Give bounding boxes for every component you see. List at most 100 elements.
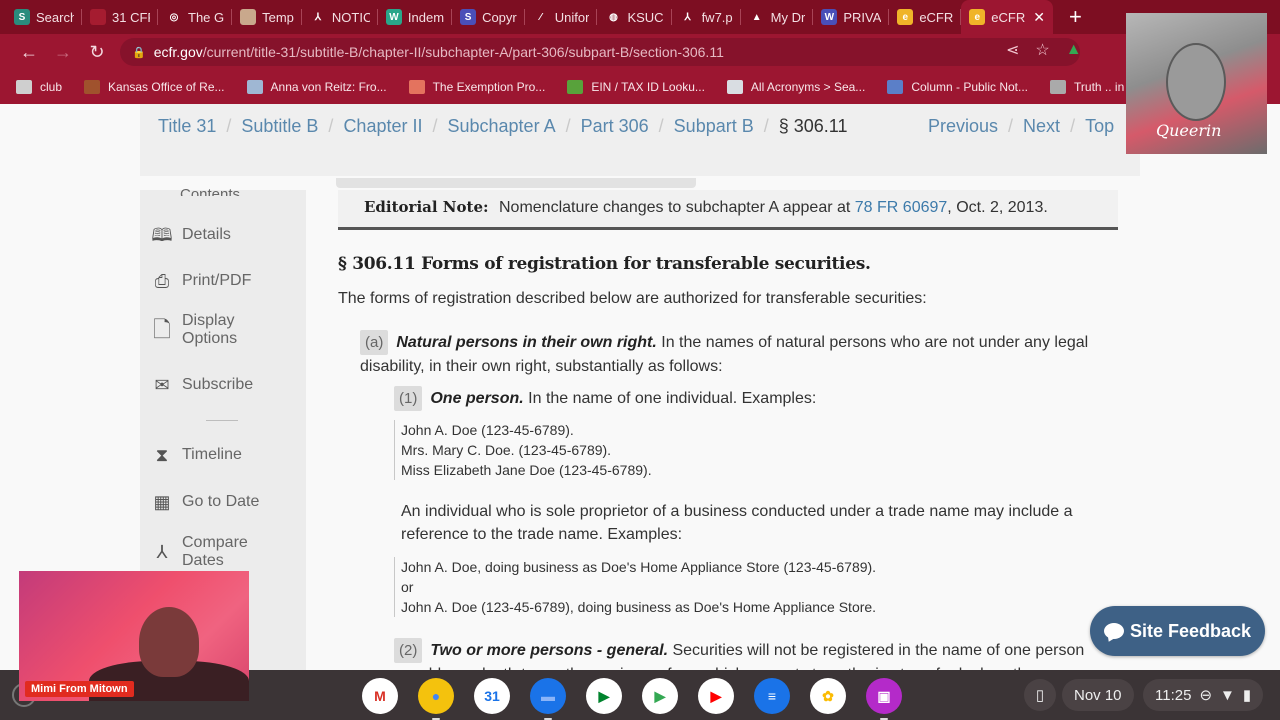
youtube-icon[interactable]: ▶ [698, 678, 734, 714]
breadcrumb-link[interactable]: Subchapter A [448, 116, 556, 137]
breadcrumb-link[interactable]: Title 31 [158, 116, 216, 137]
files-icon[interactable]: ▬ [530, 678, 566, 720]
sidebar-item-timeline[interactable]: ⧗ Timeline [150, 444, 242, 466]
reload-button[interactable]: ↻ [80, 42, 114, 63]
close-tab-icon[interactable]: ✕ [1033, 9, 1045, 26]
envelope-icon: ✉ [154, 375, 170, 395]
browser-tab[interactable]: S Copyr [452, 0, 525, 34]
calendar-app-icon[interactable]: 31 [474, 678, 510, 714]
browser-tab[interactable]: e eCFR [889, 0, 962, 34]
tab-title: 31 CFR [112, 9, 150, 25]
date-text: Nov 10 [1074, 686, 1122, 704]
bookmark-star-icon[interactable]: ☆ [1035, 40, 1049, 60]
browser-tab[interactable]: S Search [6, 0, 82, 34]
gmail-icon[interactable]: M [362, 678, 398, 714]
bookmark-item[interactable]: The Exemption Pro... [408, 80, 545, 94]
site-feedback-label: Site Feedback [1129, 620, 1252, 641]
sidebar-item-contents[interactable]: Contents [180, 186, 240, 196]
meet-icon[interactable]: ▶ [586, 678, 622, 714]
date-pill[interactable]: Nov 10 [1062, 679, 1134, 711]
examples-block: John A. Doe (123-45-6789). Mrs. Mary C. … [394, 420, 652, 480]
browser-tab[interactable]: ⁄ Unifor [525, 0, 598, 34]
hourglass-icon: ⧗ [155, 445, 169, 465]
new-tab-button[interactable]: + [1069, 6, 1082, 28]
drive-extension-icon[interactable]: ▲ [1066, 41, 1082, 59]
sidebar-item-label: Print/PDF [182, 272, 252, 289]
browser-tab[interactable]: ◍ KSUC [597, 0, 672, 34]
globe-icon [1050, 80, 1067, 94]
breadcrumb-link[interactable]: Part 306 [581, 116, 649, 137]
browser-tab[interactable]: Temp [232, 0, 302, 34]
sidebar-item-compare-dates[interactable]: ⅄ Compare Dates [150, 534, 248, 570]
phone-hub-icon[interactable]: ▯ [1024, 679, 1056, 711]
browser-tab[interactable]: ⅄ fw7.p [672, 0, 741, 34]
browser-tab[interactable]: e eCFR ✕ [961, 0, 1053, 34]
play-store-icon[interactable]: ▶ [642, 678, 678, 714]
site-feedback-button[interactable]: Site Feedback [1090, 606, 1265, 656]
compare-icon: ⅄ [156, 542, 168, 562]
top-link[interactable]: Top [1085, 116, 1114, 137]
breadcrumb-link[interactable]: Chapter II [343, 116, 422, 137]
chrome-icon[interactable]: ● [418, 678, 454, 720]
share-icon[interactable]: ⋖ [1006, 40, 1019, 60]
fr-citation-link[interactable]: 78 FR 60697 [855, 199, 948, 216]
image-icon [246, 80, 263, 94]
forward-button[interactable]: → [46, 42, 80, 63]
messages-icon[interactable]: ≡ [754, 678, 790, 714]
tab-title: KSUC [627, 9, 664, 25]
browser-tab[interactable]: ◎ The G [158, 0, 233, 34]
sidebar-item-subscribe[interactable]: ✉ Subscribe [150, 374, 253, 396]
portrait-graphic [1166, 43, 1226, 121]
webcam-person-head [139, 607, 199, 677]
paragraph-marker[interactable]: (2) [394, 638, 423, 663]
sidebar-item-details[interactable]: 🕮 Details [150, 224, 231, 246]
w-icon: W [385, 9, 402, 25]
breadcrumb-link[interactable]: Subtitle B [241, 116, 318, 137]
streamer-brand-image: Queerin [1126, 13, 1267, 154]
chat-bubble-icon [1103, 623, 1124, 639]
sidebar-item-display-options[interactable]: 🗋 Display Options [150, 312, 237, 348]
sidebar-item-print-pdf[interactable]: ⎙ Print/PDF [150, 270, 252, 292]
drive-icon: ▲ [748, 9, 765, 25]
section-intro: The forms of registration described belo… [338, 290, 927, 307]
browser-tab[interactable]: ⅄ NOTIC [302, 0, 378, 34]
battery-icon: ▮ [1242, 687, 1252, 704]
photos-icon[interactable]: ✿ [810, 678, 846, 714]
tab-title: eCFR [991, 9, 1026, 25]
browser-tab[interactable]: 31 CFR [82, 0, 158, 34]
breadcrumb-link[interactable]: Subpart B [674, 116, 754, 137]
wifi-icon: ▼ [1220, 686, 1235, 704]
previous-link[interactable]: Previous [928, 116, 998, 137]
bookmark-item[interactable]: Column - Public Not... [887, 80, 1028, 94]
bookmark-item[interactable]: club [16, 80, 62, 94]
check-icon [567, 80, 584, 94]
paragraph-a-1: (1) One person. In the name of one indivi… [394, 386, 1114, 411]
sidebar-item-label: Timeline [182, 446, 242, 463]
bookmark-item[interactable]: Kansas Office of Re... [84, 80, 225, 94]
bookmark-item[interactable]: Anna von Reitz: Fro... [246, 80, 387, 94]
next-link[interactable]: Next [1023, 116, 1060, 137]
bookmark-item[interactable]: All Acronyms > Sea... [726, 80, 865, 94]
tab-title: Search [36, 9, 74, 25]
status-tray[interactable]: 11:25 ⊖ ▼ ▮ [1143, 679, 1264, 711]
paragraph-marker[interactable]: (a) [360, 330, 389, 355]
paragraph-marker[interactable]: (1) [394, 386, 423, 411]
paragraph-heading: Two or more persons - general. [430, 642, 669, 659]
sidebar-divider [206, 420, 238, 421]
tab-title: PRIVA [843, 9, 882, 25]
bookmark-item[interactable]: EIN / TAX ID Looku... [567, 80, 705, 94]
screencast-icon[interactable]: ▣ [866, 678, 902, 720]
browser-tab[interactable]: ▲ My Dr [741, 0, 814, 34]
browser-tab[interactable]: W Indem [378, 0, 453, 34]
sidebar-item-label: Display Options [182, 312, 238, 347]
example-line: John A. Doe (123-45-6789), doing busines… [401, 599, 877, 615]
back-button[interactable]: ← [12, 42, 46, 63]
browser-tab[interactable]: W PRIVA [813, 0, 890, 34]
bookmark-label: Anna von Reitz: Fro... [270, 80, 387, 94]
tab-title: Copyr [482, 9, 517, 25]
pdf-icon: ⅄ [679, 9, 696, 25]
sidebar-item-go-to-date[interactable]: ▦ Go to Date [150, 491, 259, 513]
screen: S Search 31 CFR ◎ The G Temp ⅄ NOTIC W Indem S Copy… [0, 0, 1280, 720]
address-bar[interactable]: 🔒 ecfr.gov/current/title-31/subtitle-B/c… [120, 38, 1080, 66]
bookmark-label: Column - Public Not... [911, 80, 1029, 94]
